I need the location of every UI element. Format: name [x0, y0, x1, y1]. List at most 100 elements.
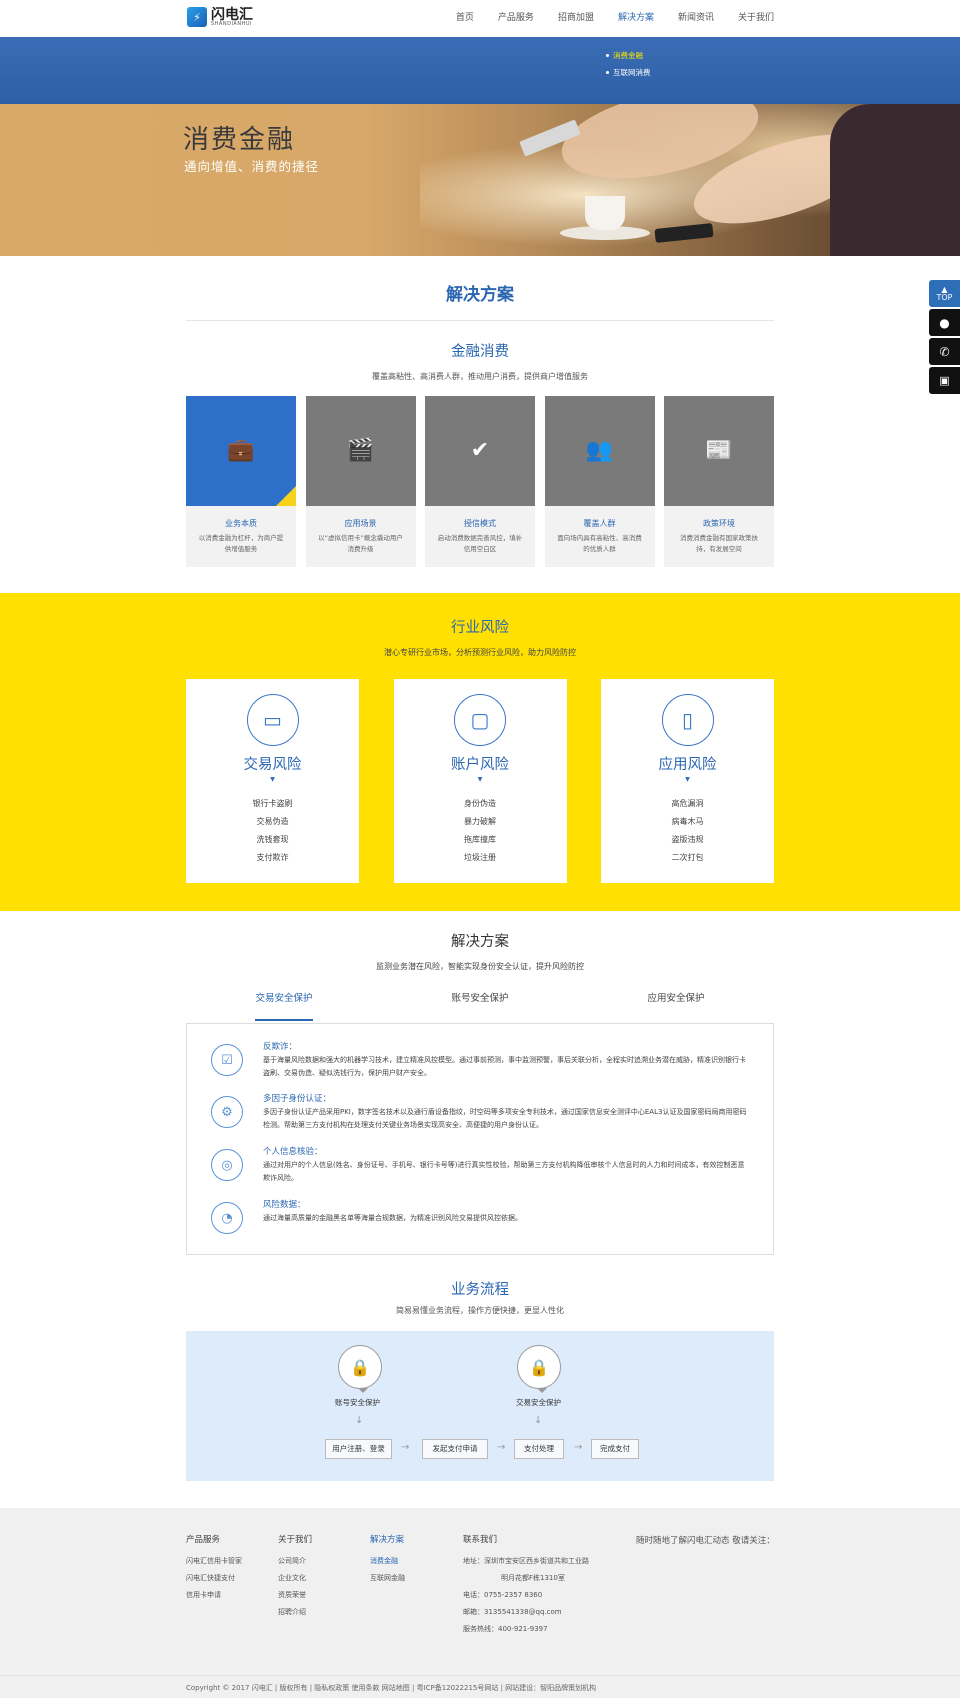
clapperboard-icon: 🎬 — [346, 438, 375, 463]
card-desc: 以消费金融为杠杆，为商户提供增值服务 — [198, 534, 284, 553]
qq-icon: ● — [939, 315, 950, 330]
user-gear-icon: ⚙ — [211, 1096, 243, 1128]
lock-icon: 🔒 — [517, 1345, 561, 1393]
risk-item: 暴力破解 — [464, 817, 496, 826]
top-header: ⚡ 闪电汇 SHANDIANHUI 首页 产品服务 招商加盟 解决方案 新闻资讯… — [0, 0, 960, 37]
arrow-right-icon: → — [401, 1442, 410, 1453]
finance-card[interactable]: 💼 业务本质 以消费金融为杠杆，为商户提供增值服务 — [186, 396, 296, 567]
item-title: 多因子身份认证： — [263, 1094, 332, 1104]
footer-link[interactable]: 招聘介绍 — [278, 1604, 312, 1621]
finance-cards: 💼 业务本质 以消费金融为杠杆，为商户提供增值服务 🎬 应用场景 以“虚拟信用卡… — [186, 396, 774, 567]
finance-desc: 覆盖高粘性、高消费人群，推动用户消费，提供商户增值服务 — [372, 372, 588, 381]
risk-item: 二次打包 — [671, 853, 704, 862]
contact-address-2: 明月花都F栋1310室 — [501, 1574, 565, 1582]
user-icon: ◎ — [211, 1149, 243, 1181]
back-to-top-button[interactable]: ▲ TOP — [929, 280, 960, 307]
hero-banner: 消费金融 通向增值、消费的捷径 — [0, 104, 960, 256]
briefcase-icon: 💼 — [227, 438, 255, 463]
footer-heading: 联系我们 — [463, 1535, 498, 1545]
logo-subtext: SHANDIANHUI — [211, 20, 252, 27]
tab-panel: ☑ 反欺诈： 基于海量风险数据和强大的机器学习技术，建立精准风控模型。通过事前预… — [186, 1023, 774, 1255]
flow-step: 完成支付 — [591, 1439, 639, 1459]
banner-arm-image — [830, 104, 960, 256]
finance-card[interactable]: 📰 政策环境 消费消费金融有国家政策扶持，有发展空间 — [664, 396, 774, 567]
risk-card-title: 应用风险 — [658, 757, 717, 773]
finance-card[interactable]: 👥 覆盖人群 面向场内具有高粘性、高消费的优质人群 — [544, 396, 655, 567]
logo-icon: ⚡ — [187, 7, 207, 27]
contact-email: 邮箱：3135541338@qq.com — [463, 1608, 562, 1616]
footer-link[interactable]: 互联网金融 — [370, 1570, 405, 1587]
triangle-down-icon: ▼ — [685, 776, 690, 783]
flow-step: 发起支付申请 — [422, 1439, 488, 1459]
main-nav: 首页 产品服务 招商加盟 解决方案 新闻资讯 关于我们 — [432, 0, 774, 37]
finance-card[interactable]: ✔ 授信模式 启动消费数据完善风控，填补信用空白区 — [425, 396, 535, 567]
item-body: 基于海量风险数据和强大的机器学习技术，建立精准风控模型。通过事前预测，事中监测预… — [263, 1056, 746, 1077]
nav-products[interactable]: 产品服务 — [498, 0, 534, 37]
tab-account-security[interactable]: 账号安全保护 — [451, 990, 508, 1021]
footer-col-solutions: 解决方案 消费金融 互联网金融 — [370, 1533, 405, 1587]
risk-item: 垃圾注册 — [464, 853, 496, 862]
subnav-bar: 消费金融 互联网消费 — [0, 37, 960, 104]
nav-home[interactable]: 首页 — [456, 0, 474, 37]
risk-item: 身份伪造 — [464, 799, 496, 808]
footer-link[interactable]: 资质荣誉 — [278, 1587, 312, 1604]
footer-heading: 解决方案 — [370, 1535, 405, 1545]
solution-item: ⚙ 多因子身份认证： 多因子身份认证产品采用PKI，数字签名技术以及通行盾设备指… — [211, 1092, 751, 1132]
footer-link[interactable]: 闪电汇信用卡管家 — [186, 1553, 242, 1570]
subnav-consumer-finance[interactable]: 消费金融 — [606, 47, 651, 64]
risk-item: 盗版违规 — [671, 835, 704, 844]
risk-item: 拖库撞库 — [464, 835, 496, 844]
risk-card[interactable]: ▭ 交易风险 ▼ 银行卡盗刷 交易伪造 洗钱套现 支付欺诈 — [186, 679, 359, 883]
footer-link[interactable]: 闪电汇快捷支付 — [186, 1570, 242, 1587]
solution-item: ☑ 反欺诈： 基于海量风险数据和强大的机器学习技术，建立精准风控模型。通过事前预… — [211, 1040, 751, 1080]
card-title: 覆盖人群 — [583, 519, 616, 528]
item-body: 多因子身份认证产品采用PKI，数字签名技术以及通行盾设备指纹，时空码等多项安全专… — [263, 1108, 747, 1129]
solution-item: ◔ 风险数据： 通过海量高质量的金融黑名单等海量合规数据，为精准识别风险交易提供… — [211, 1198, 751, 1234]
risk-card[interactable]: ▢ 账户风险 ▼ 身份伪造 暴力破解 拖库撞库 垃圾注册 — [393, 679, 567, 883]
item-body: 通过海量高质量的金融黑名单等海量合规数据，为精准识别风险交易提供风控依据。 — [263, 1214, 522, 1222]
risk-card[interactable]: ▯ 应用风险 ▼ 高危漏洞 病毒木马 盗版违规 二次打包 — [601, 679, 774, 883]
solution-item: ◎ 个人信息核验： 通过对用户的个人信息(姓名、身份证号、手机号、银行卡号等)进… — [211, 1145, 751, 1185]
contact-address: 地址：深圳市宝安区西乡街道共和工业路 — [463, 1557, 589, 1565]
risk-item: 高危漏洞 — [671, 799, 704, 808]
risk-item: 支付欺诈 — [256, 853, 289, 862]
finance-title: 金融消费 — [451, 344, 509, 360]
footer-link[interactable]: 消费金融 — [370, 1553, 405, 1570]
footer-link[interactable]: 企业文化 — [278, 1570, 312, 1587]
qq-button[interactable]: ● — [929, 309, 960, 336]
flow-label: 交易安全保护 — [516, 1398, 561, 1407]
risk-item: 银行卡盗刷 — [252, 799, 293, 808]
footer-link[interactable]: 公司简介 — [278, 1553, 312, 1570]
mobile-phone-icon: ▯ — [661, 694, 714, 746]
item-body: 通过对用户的个人信息(姓名、身份证号、手机号、银行卡号等)进行真实性校验，帮助第… — [263, 1161, 745, 1182]
tab-transaction-security[interactable]: 交易安全保护 — [255, 990, 313, 1021]
checklist-icon: ☑ — [211, 1044, 243, 1076]
qrcode-icon: ▣ — [939, 374, 950, 387]
risk-item: 洗钱套现 — [256, 835, 289, 844]
footer-link[interactable]: 信用卡申请 — [186, 1587, 242, 1604]
tab-app-security[interactable]: 应用安全保护 — [647, 990, 704, 1021]
nav-about[interactable]: 关于我们 — [738, 0, 774, 37]
risk-desc: 潜心专研行业市场，分析预测行业风险，助力风险防控 — [384, 648, 576, 657]
divider — [186, 320, 774, 321]
risk-section: 行业风险 潜心专研行业市场，分析预测行业风险，助力风险防控 ▭ 交易风险 ▼ 银… — [0, 593, 960, 911]
monitor-icon: ▢ — [454, 694, 506, 746]
pie-chart-icon: ◔ — [211, 1202, 243, 1234]
arrow-down-icon: ↓ — [534, 1415, 543, 1426]
lock-icon: 🔒 — [338, 1345, 382, 1393]
arrow-right-icon: → — [497, 1442, 506, 1453]
nav-news[interactable]: 新闻资讯 — [678, 0, 714, 37]
copyright-bar: Copyright © 2017 闪电汇 | 版权所有 | 隐私权政策 使用条款… — [0, 1675, 960, 1698]
shield-check-icon: ✔ — [470, 438, 490, 463]
solution-desc: 监测业务潜在风险，智能实现身份安全认证，提升风险防控 — [376, 962, 584, 971]
triangle-down-icon: ▼ — [270, 776, 275, 783]
nav-solutions[interactable]: 解决方案 — [618, 0, 654, 37]
risk-card-title: 交易风险 — [243, 757, 302, 773]
logo[interactable]: ⚡ 闪电汇 SHANDIANHUI — [187, 7, 253, 27]
phone-button[interactable]: ✆ — [929, 338, 960, 365]
finance-card[interactable]: 🎬 应用场景 以“虚拟信用卡”概念撬动用户消费升级 — [305, 396, 416, 567]
nav-franchise[interactable]: 招商加盟 — [558, 0, 594, 37]
subnav-internet-consumer[interactable]: 互联网消费 — [606, 64, 651, 81]
qrcode-button[interactable]: ▣ — [929, 367, 960, 394]
flow-step: 用户注册、登录 — [325, 1439, 392, 1459]
